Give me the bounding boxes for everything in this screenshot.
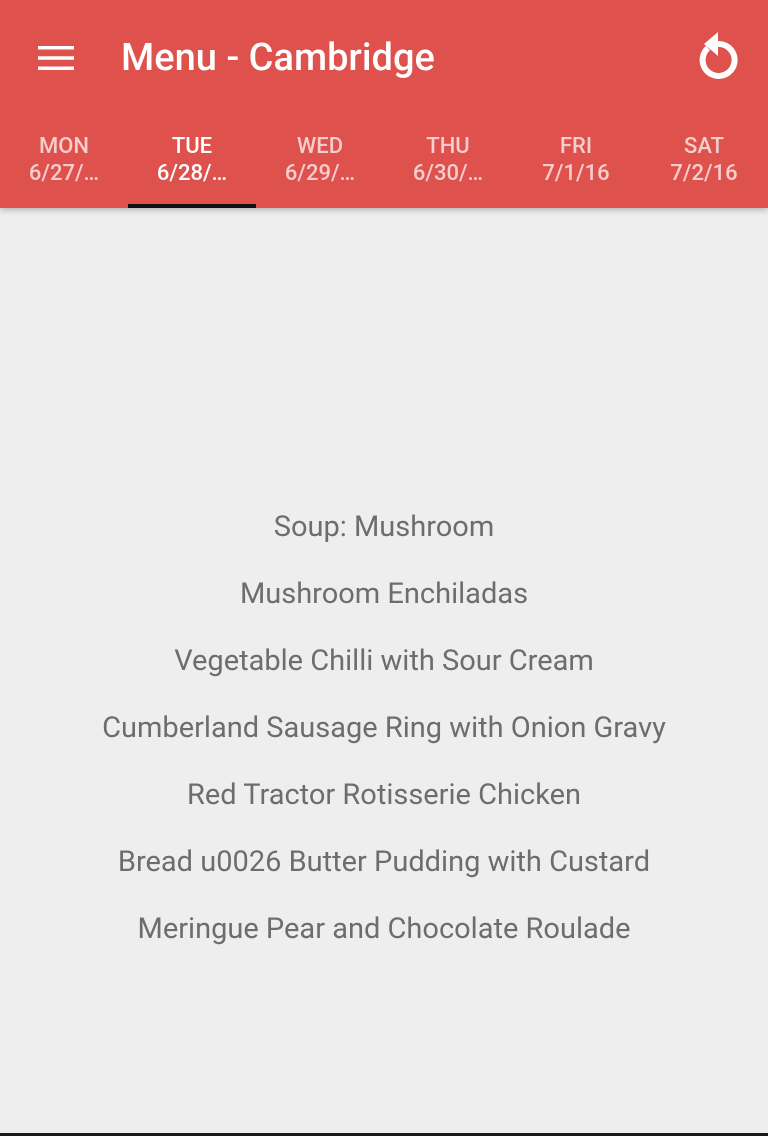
tab-thu[interactable]: THU 6/30/…: [384, 118, 512, 208]
menu-item: Red Tractor Rotisserie Chicken: [186, 778, 582, 812]
menu-item: Mushroom Enchiladas: [239, 577, 529, 611]
menu-item: Meringue Pear and Chocolate Roulade: [137, 912, 631, 946]
tab-day-label: WED: [296, 134, 344, 159]
tab-day-label: THU: [426, 134, 470, 159]
tab-day-label: MON: [38, 134, 89, 159]
tab-sat[interactable]: SAT 7/2/16: [640, 118, 768, 208]
menu-item: Soup: Mushroom: [273, 510, 495, 544]
tab-date-label: 6/27/…: [28, 161, 100, 186]
tab-date-label: 6/29/…: [284, 161, 356, 186]
day-tabs: MON 6/27/… TUE 6/28/… WED 6/29/… THU 6/3…: [0, 118, 768, 208]
selected-tab-indicator: [128, 204, 256, 208]
menu-item: Cumberland Sausage Ring with Onion Gravy: [102, 711, 666, 745]
tab-day-label: SAT: [684, 134, 724, 159]
tab-date-label: 6/30/…: [412, 161, 484, 186]
menu-list: Soup: Mushroom Mushroom Enchiladas Veget…: [0, 505, 768, 974]
tab-date-label: 7/2/16: [670, 161, 738, 186]
tab-date-label: 7/1/16: [542, 161, 610, 186]
toolbar: Menu - Cambridge: [0, 0, 768, 118]
menu-item: Vegetable Chilli with Sour Cream: [174, 644, 594, 678]
tab-day-label: TUE: [171, 134, 213, 159]
tab-mon[interactable]: MON 6/27/…: [0, 118, 128, 208]
page-title: Menu - Cambridge: [121, 36, 435, 80]
tab-day-label: FRI: [559, 134, 593, 159]
hamburger-menu-icon[interactable]: [24, 28, 88, 88]
refresh-icon[interactable]: [688, 28, 748, 88]
tab-tue[interactable]: TUE 6/28/…: [128, 118, 256, 208]
tab-wed[interactable]: WED 6/29/…: [256, 118, 384, 208]
menu-item: Bread u0026 Butter Pudding with Custard: [117, 845, 651, 879]
tab-fri[interactable]: FRI 7/1/16: [512, 118, 640, 208]
app-bar: Menu - Cambridge MON 6/27/… TUE 6/28/… W…: [0, 0, 768, 208]
tab-date-label: 6/28/…: [156, 161, 228, 186]
